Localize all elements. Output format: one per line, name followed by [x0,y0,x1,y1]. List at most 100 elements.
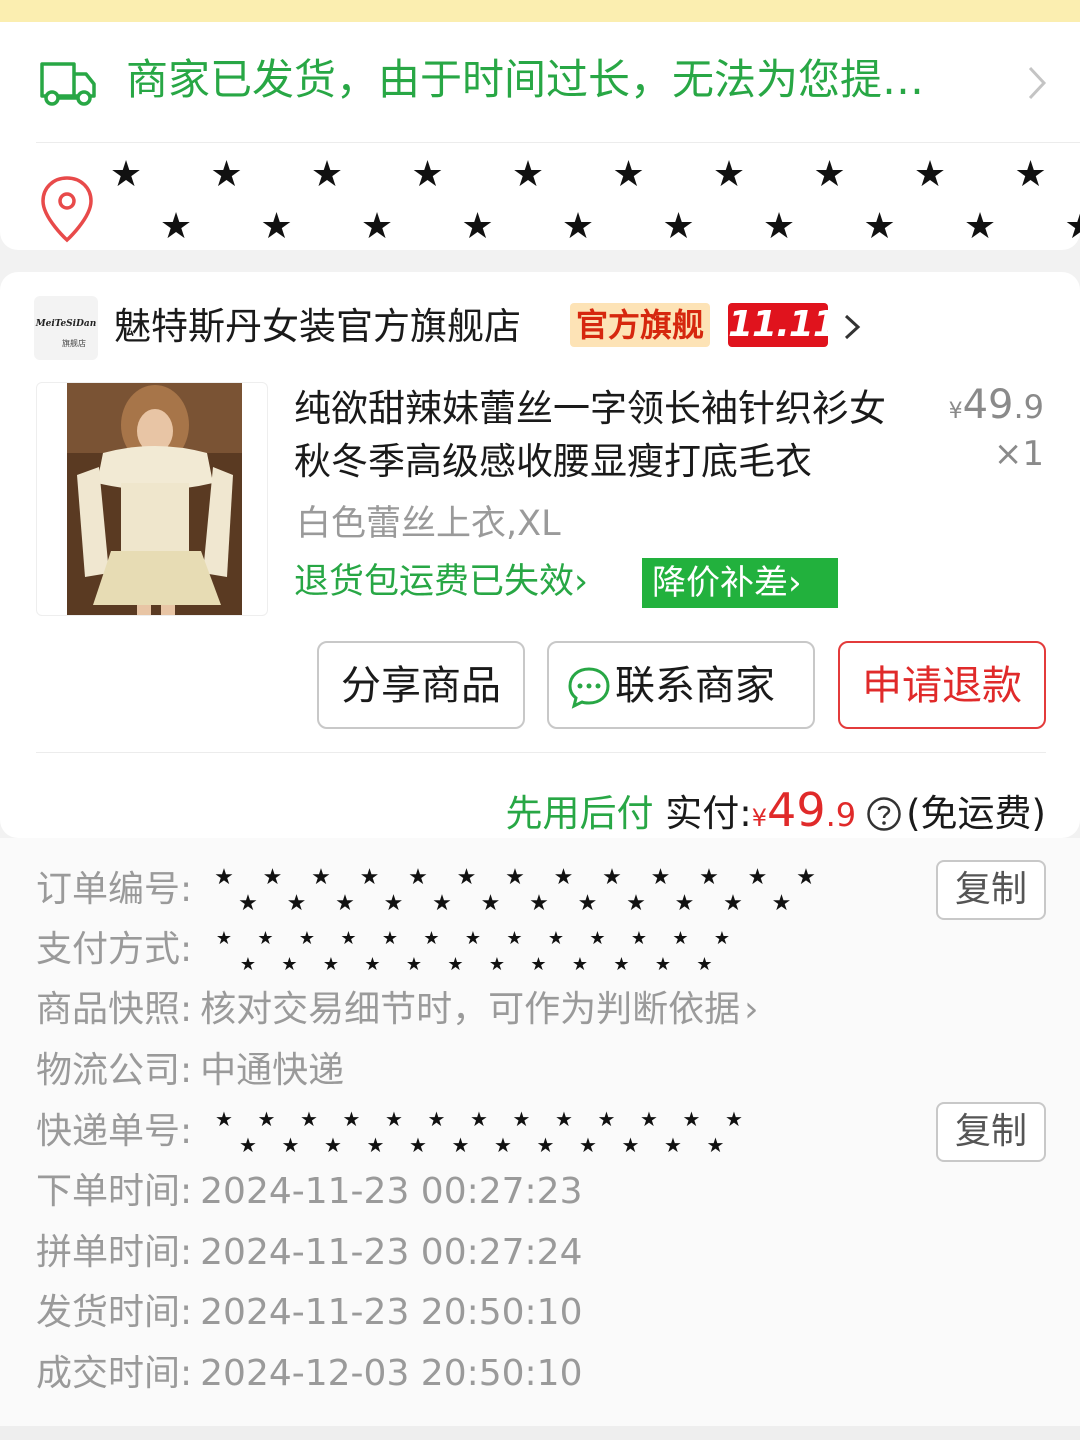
bottom-strip [0,1426,1080,1440]
product-snapshot-row[interactable]: 商品快照: 核对交易细节时，可作为判断依据 › [36,980,759,1040]
mask-star: ★ [343,1107,361,1131]
mask-star: ★ [384,891,404,916]
question-help-icon[interactable] [866,796,902,832]
courier-value: 中通快递 [200,1050,345,1091]
mask-star: ★ [578,891,598,916]
copy-tracking-number-button[interactable]: 复制 [936,1102,1046,1162]
mask-star: ★ [664,1133,682,1157]
ship-time-label: 发货时间: [36,1292,193,1333]
mask-star: ★ [863,206,895,247]
mask-star: ★ [748,865,768,890]
mask-star: ★ [655,954,671,975]
price-protect-text: 降价补差 [652,563,788,603]
mask-star: ★ [300,1107,318,1131]
price-decimal: .9 [1013,388,1044,426]
mask-star: ★ [914,154,946,195]
mask-star: ★ [385,1107,403,1131]
mask-star: ★ [494,1133,512,1157]
double-eleven-badge: 11.11 [728,303,838,347]
mask-star: ★ [428,1107,446,1131]
mask-star: ★ [506,928,522,949]
payment-method-row: 支付方式: [36,920,192,980]
masked-tracking-number: ★ ★ ★ ★ ★ ★ ★ ★ ★ ★ ★ ★ ★★ ★ ★ ★ ★ ★ ★ ★ ★ ★ ★ ★ [215,1107,743,1157]
mask-star: ★ [964,206,996,247]
masked-payment-method: ★ ★ ★ ★ ★ ★ ★ ★ ★ ★ ★ ★ ★★ ★ ★ ★ ★ ★ ★ ★ ★ ★ ★ ★ [216,928,730,975]
masked-address: ★★★★★★★★★★★★★★★★★★★★ ★ ★ ★ ★ ★ ★ ★ ★ ★ ★★ ★ ★ ★ ★ ★ ★ ★ ★… [110,154,1080,247]
mask-star: ★ [725,1107,743,1131]
store-logo-mark: MeiTeSiDan 旗舰店 [35,319,97,348]
mask-star: ★ [406,954,422,975]
mask-star: ★ [707,1133,725,1157]
price-currency: ¥ [948,399,963,424]
share-product-button[interactable]: 分享商品 [317,641,525,729]
mask-star: ★ [323,954,339,975]
snapshot-label: 商品快照: [36,989,193,1030]
mask-star: ★ [263,865,283,890]
contact-seller-button[interactable]: 联系商家 [547,641,815,729]
mask-star: ★ [713,154,745,195]
chevron-right-icon[interactable] [842,312,862,342]
mask-star: ★ [481,891,501,916]
truck-icon [40,62,96,106]
mask-star: ★ [465,928,481,949]
mask-star: ★ [683,1107,701,1131]
snapshot-value: 核对交易细节时，可作为判断依据 [200,989,741,1030]
contact-seller-label: 联系商家 [615,663,775,709]
masked-order-number: ★ ★ ★ ★ ★ ★ ★ ★ ★ ★ ★ ★ ★★ ★ ★ ★ ★ ★ ★ ★ ★ ★ ★ ★ [214,865,816,916]
group-time-label: 拼单时间: [36,1232,193,1273]
top-banner-strip [0,0,1080,22]
courier-row: 物流公司: 中通快递 [36,1041,344,1101]
mask-star: ★ [382,928,398,949]
mask-star: ★ [110,154,142,195]
deal-time-label: 成交时间: [36,1353,193,1394]
mask-star: ★ [672,928,688,949]
product-photo [67,383,242,615]
mask-star: ★ [589,928,605,949]
mask-star: ★ [622,1133,640,1157]
paid-amount-integer: 49 [767,783,826,837]
mask-star: ★ [447,954,463,975]
mask-star: ★ [258,1107,276,1131]
product-quantity: ×1 [993,434,1044,474]
mask-star: ★ [699,865,719,890]
mask-star: ★ [602,865,622,890]
mask-star: ★ [423,928,439,949]
mask-star: ★ [238,891,258,916]
order-time-label: 下单时间: [36,1171,193,1212]
mask-star: ★ [489,954,505,975]
divider [36,752,1046,753]
copy-order-number-button[interactable]: 复制 [936,860,1046,920]
mask-star: ★ [281,954,297,975]
mask-star: ★ [215,1107,233,1131]
mask-star: ★ [461,206,493,247]
location-pin-icon [41,176,93,243]
mask-star: ★ [239,1133,257,1157]
mask-star: ★ [160,206,192,247]
order-details: 订单编号: ★ ★ ★ ★ ★ ★ ★ ★ ★ ★ ★ ★ ★ ★ ★ ★ ★ ★ ★ ★ ★ ★ ★ ★ ★ 复制 支付方式:… [0,838,1080,1440]
request-refund-button[interactable]: 申请退款 [838,641,1046,729]
mask-star: ★ [287,891,307,916]
mask-star: ★ [408,865,428,890]
mask-star: ★ [311,154,343,195]
mask-star: ★ [813,154,845,195]
store-logo[interactable]: MeiTeSiDan 旗舰店 [34,296,98,360]
return-shipping-link[interactable]: 退货包运费已失效› [294,558,588,606]
product-image[interactable] [36,382,268,616]
mask-star: ★ [409,1133,427,1157]
product-title[interactable]: 纯欲甜辣妹蕾丝一字领长袖针织衫女秋冬季高级感收腰显瘦打底毛衣 [294,382,904,488]
group-time-row: 拼单时间: 2024-11-23 00:27:24 [36,1223,582,1283]
mask-star: ★ [529,891,549,916]
mask-star: ★ [361,206,393,247]
price-integer: 49 [962,382,1014,428]
logistics-status-row[interactable]: 商家已发货，由于时间过长，无法为您提供物流信息 [0,22,1080,140]
price-protect-button[interactable]: 降价补差› [642,558,838,608]
paid-amount-decimal: .9 [825,796,857,834]
store-name[interactable]: 魅特斯丹女装官方旗舰店 [114,302,521,352]
ship-time-value: 2024-11-23 20:50:10 [200,1292,583,1333]
mask-star: ★ [452,1133,470,1157]
svg-text:MeiTeSiDan: MeiTeSiDan [35,319,97,329]
mask-star: ★ [530,954,546,975]
mask-star: ★ [470,1107,488,1131]
official-store-badge: 官方旗舰 [570,303,711,347]
order-time-value: 2024-11-23 00:27:23 [200,1171,583,1212]
